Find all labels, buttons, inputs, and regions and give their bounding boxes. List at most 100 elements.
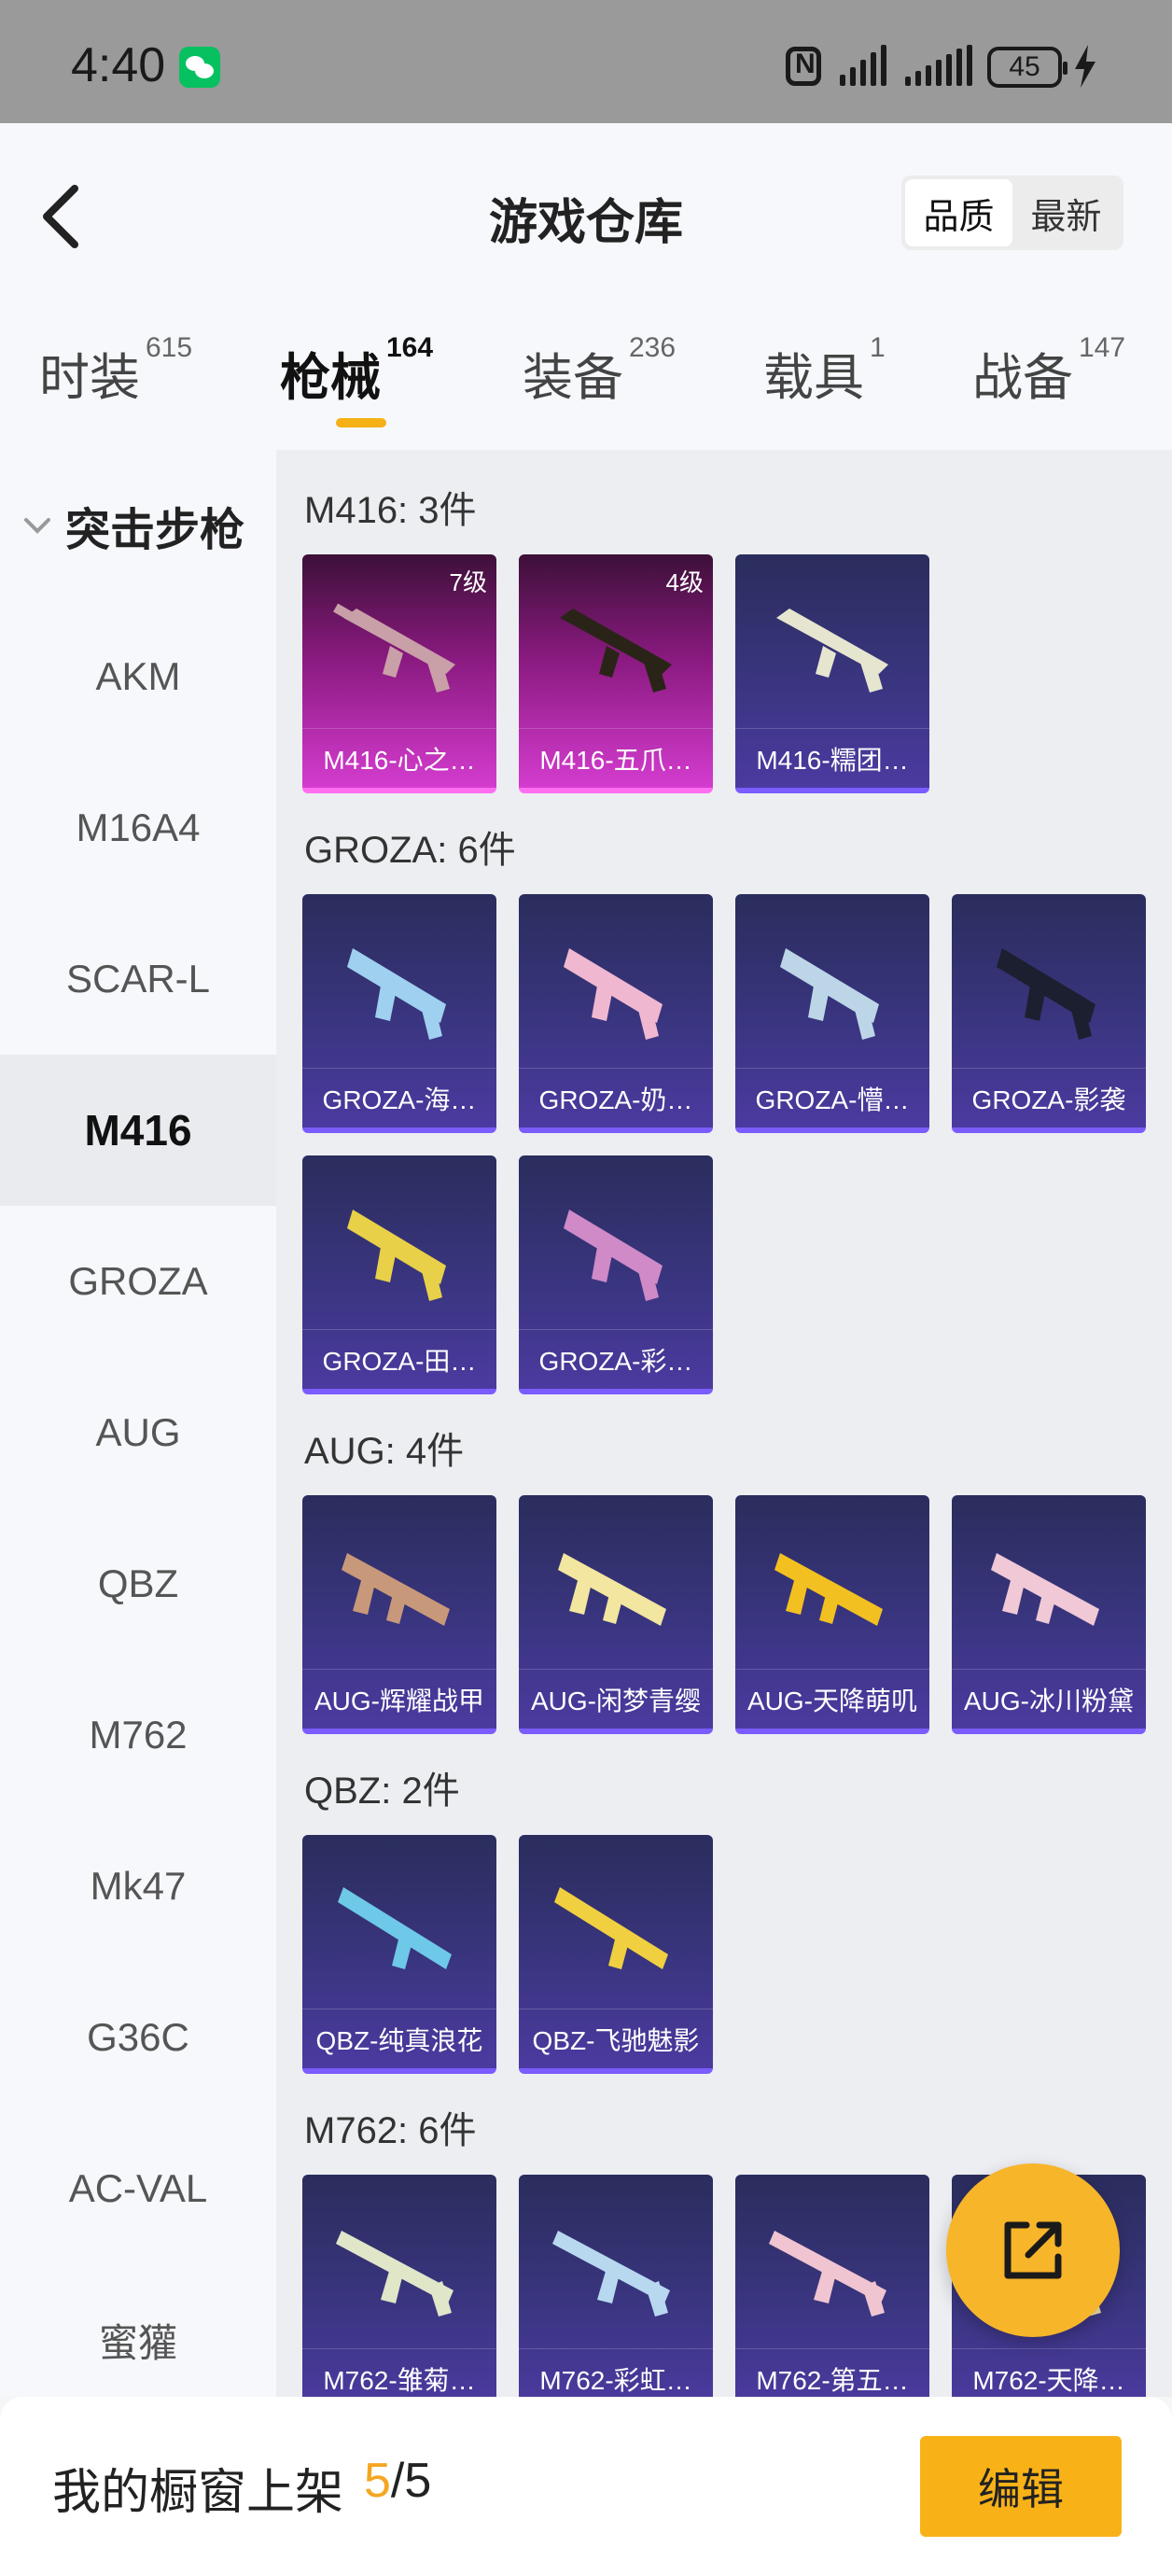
tab-vehicles[interactable]: 载具 1 <box>763 332 886 429</box>
card-name: AUG-冰川粉黛 <box>952 1669 1146 1729</box>
weapon-card[interactable]: QBZ-纯真浪花 <box>302 1835 496 2074</box>
sidebar-group-label: 突击步枪 <box>65 506 245 555</box>
section-title-m416: M416: 3件 <box>304 490 477 531</box>
card-name: GROZA-懵… <box>735 1068 929 1127</box>
weapon-card[interactable]: 7级 M416-心之… <box>302 554 496 793</box>
chevron-down-icon <box>24 518 50 534</box>
weapon-card[interactable]: GROZA-奶… <box>519 894 713 1133</box>
rifle-icon <box>552 2231 670 2317</box>
sidebar-item-aug[interactable]: AUG <box>0 1357 276 1508</box>
weapon-card[interactable]: 4级 M416-五爪… <box>519 554 713 793</box>
tab-firearms[interactable]: 枪械 164 <box>280 332 433 429</box>
battery-icon: 45 <box>987 47 1067 88</box>
header: 游戏仓库 品质 最新 时装 615 枪械 164 装备 236 载具 1 战备 … <box>0 123 1172 450</box>
sidebar-item-qbz[interactable]: QBZ <box>0 1508 276 1659</box>
weapon-card[interactable]: M762-第五… <box>735 2175 929 2397</box>
wechat-notification-icon <box>179 47 220 88</box>
tab-label: 时装 <box>39 350 140 406</box>
category-tabs: 时装 615 枪械 164 装备 236 载具 1 战备 147 <box>0 332 1172 429</box>
weapon-card[interactable]: M416-糯团… <box>735 554 929 793</box>
tab-count: 1 <box>870 332 886 363</box>
signal-strength-2-icon <box>905 43 972 86</box>
showcase-label: 我的橱窗上架 <box>52 2466 344 2520</box>
weapon-card[interactable]: GROZA-彩… <box>519 1155 713 1394</box>
sidebar-group-assault-rifles[interactable]: 突击步枪 <box>0 450 276 601</box>
sidebar-item-honey-badger[interactable]: 蜜獾 <box>0 2264 276 2397</box>
sort-quality-button[interactable]: 品质 <box>905 179 1012 246</box>
card-name: AUG-天降萌叽 <box>735 1669 929 1729</box>
rifle-icon <box>564 948 663 1040</box>
sidebar-item-akm[interactable]: AKM <box>0 601 276 752</box>
sidebar-item-scar-l[interactable]: SCAR-L <box>0 903 276 1055</box>
showcase-separator: / <box>390 2454 405 2508</box>
card-name: GROZA-奶… <box>519 1068 713 1127</box>
rifle-icon <box>997 948 1095 1040</box>
share-button[interactable] <box>946 2163 1120 2337</box>
weapon-card[interactable]: AUG-冰川粉黛 <box>952 1495 1146 1734</box>
rifle-icon <box>333 603 455 693</box>
tab-label: 装备 <box>523 350 623 406</box>
sidebar-item-g36c[interactable]: G36C <box>0 1962 276 2113</box>
weapon-card[interactable]: GROZA-海… <box>302 894 496 1133</box>
tab-tactical[interactable]: 战备 147 <box>972 332 1125 429</box>
rifle-icon <box>347 948 446 1040</box>
card-name: QBZ-纯真浪花 <box>302 2009 496 2068</box>
weapon-card[interactable]: GROZA-影袭 <box>952 894 1146 1133</box>
rifle-icon <box>991 1553 1099 1626</box>
section-title-groza: GROZA: 6件 <box>304 830 516 871</box>
showcase-total: 5 <box>404 2454 432 2508</box>
sidebar-item-m762[interactable]: M762 <box>0 1659 276 1811</box>
card-name: M416-心之… <box>302 728 496 788</box>
status-time: 4:40 <box>71 38 166 92</box>
sidebar-item-groza[interactable]: GROZA <box>0 1206 276 1357</box>
weapon-card[interactable]: AUG-闲梦青缨 <box>519 1495 713 1734</box>
rifle-icon <box>558 1553 666 1626</box>
weapon-card[interactable]: M762-雏菊… <box>302 2175 496 2397</box>
tab-count: 147 <box>1079 332 1126 363</box>
sidebar-item-mk47[interactable]: Mk47 <box>0 1811 276 1962</box>
showcase-count: 5/5 <box>364 2453 431 2509</box>
weapon-card[interactable]: GROZA-懵… <box>735 894 929 1133</box>
rifle-icon <box>554 1887 668 1969</box>
tab-label: 战备 <box>972 350 1073 406</box>
weapon-grid: M416: 3件 7级 M416-心之… 4级 M416-五爪… M416-糯团… <box>276 450 1172 2397</box>
card-name: GROZA-海… <box>302 1068 496 1127</box>
active-tab-indicator <box>336 418 386 427</box>
card-name: M762-第五… <box>735 2348 929 2397</box>
rifle-icon <box>774 1553 883 1626</box>
card-name: GROZA-影袭 <box>952 1068 1146 1127</box>
card-name: M762-雏菊… <box>302 2348 496 2397</box>
weapon-card[interactable]: AUG-天降萌叽 <box>735 1495 929 1734</box>
charging-icon <box>1075 45 1095 88</box>
edit-button[interactable]: 编辑 <box>920 2436 1122 2537</box>
weapon-card[interactable]: GROZA-田… <box>302 1155 496 1394</box>
section-title-aug: AUG: 4件 <box>304 1431 465 1472</box>
sidebar-item-m16a4[interactable]: M16A4 <box>0 752 276 903</box>
tab-count: 615 <box>146 332 193 363</box>
card-name: AUG-闲梦青缨 <box>519 1669 713 1729</box>
weapon-card[interactable]: M762-彩虹… <box>519 2175 713 2397</box>
sidebar-item-ac-val[interactable]: AC-VAL <box>0 2113 276 2264</box>
tab-equipment[interactable]: 装备 236 <box>523 332 676 429</box>
tab-fashion[interactable]: 时装 615 <box>39 332 192 429</box>
section-title-qbz: QBZ: 2件 <box>304 1771 460 1812</box>
card-name: AUG-辉耀战甲 <box>302 1669 496 1729</box>
card-name: M762-彩虹… <box>519 2348 713 2397</box>
rifle-icon <box>342 1553 450 1626</box>
rifle-icon <box>780 948 879 1040</box>
card-name: QBZ-飞驰魅影 <box>519 2009 713 2068</box>
rifle-icon <box>347 1210 446 1301</box>
sidebar-item-m416[interactable]: M416 <box>0 1055 276 1206</box>
share-icon <box>1004 2221 1062 2279</box>
weapon-card[interactable]: QBZ-飞驰魅影 <box>519 1835 713 2074</box>
tab-count: 236 <box>629 332 677 363</box>
showcase-current: 5 <box>364 2454 391 2508</box>
weapon-sidebar: 突击步枪 AKM M16A4 SCAR-L M416 GROZA AUG QBZ… <box>0 450 276 2397</box>
rifle-icon <box>769 2231 886 2317</box>
card-name: M416-五爪… <box>519 728 713 788</box>
sort-toggle: 品质 最新 <box>901 175 1123 250</box>
weapon-card[interactable]: AUG-辉耀战甲 <box>302 1495 496 1734</box>
rifle-icon <box>560 609 672 693</box>
rifle-icon <box>338 1887 452 1969</box>
sort-newest-button[interactable]: 最新 <box>1012 179 1120 246</box>
